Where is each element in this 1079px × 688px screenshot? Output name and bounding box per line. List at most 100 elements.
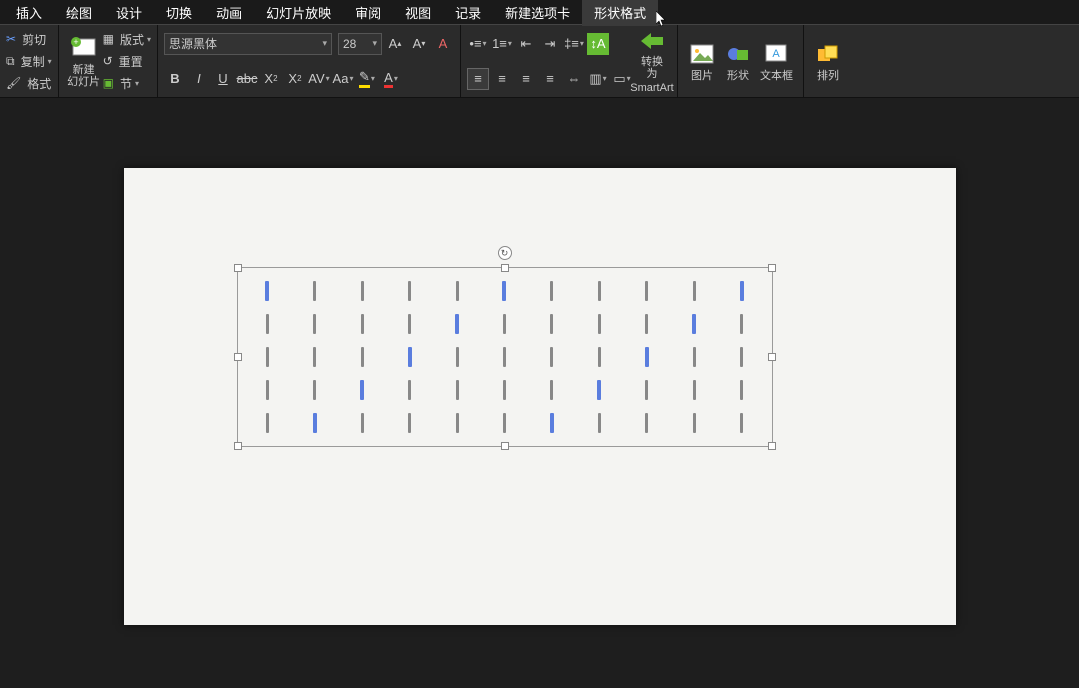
layout-button[interactable]: ▦版式▾ — [103, 28, 151, 50]
align-right-button[interactable]: ≡ — [515, 68, 537, 90]
resize-handle-tr[interactable] — [768, 264, 776, 272]
numbering-button[interactable]: 1≡▾ — [491, 33, 513, 55]
subscript-button[interactable]: X2 — [284, 68, 306, 90]
tick-mark — [313, 281, 316, 301]
reset-label: 重置 — [119, 53, 143, 70]
menu-newtab[interactable]: 新建选项卡 — [493, 0, 582, 26]
distribute-button[interactable]: ⇔ — [563, 68, 585, 90]
font-color-button[interactable]: A▾ — [380, 68, 402, 90]
tick-mark — [693, 413, 696, 433]
picture-icon — [688, 40, 716, 68]
resize-handle-r[interactable] — [768, 353, 776, 361]
clear-format-button[interactable]: A — [432, 33, 454, 55]
tick-mark — [550, 347, 553, 367]
resize-handle-tl[interactable] — [234, 264, 242, 272]
smartart-icon — [638, 28, 666, 54]
strike-button[interactable]: abc — [236, 68, 258, 90]
selected-textbox[interactable]: ↻ — [237, 267, 773, 447]
format-painter-button[interactable]: 🖌 格式 — [6, 72, 52, 94]
picture-button[interactable]: 图片 — [684, 28, 720, 94]
columns-button[interactable]: ▥▾ — [587, 68, 609, 90]
tick-mark — [408, 281, 411, 301]
tick-mark — [598, 347, 601, 367]
chevron-down-icon: ▾ — [580, 39, 584, 48]
line-spacing-button[interactable]: ‡≡▾ — [563, 33, 585, 55]
slide-canvas[interactable]: ↻ — [124, 168, 956, 625]
copy-button[interactable]: ⧉复制▾ — [6, 50, 52, 72]
ribbon: ✂剪切 ⧉复制▾ 🖌 格式 + 新建 幻灯片 ▦版式▾ ↺ 重置 ▣节▾ 思源黑体▾… — [0, 24, 1079, 98]
font-name-select[interactable]: 思源黑体▾ — [164, 33, 332, 55]
brush-icon: 🖌 — [6, 76, 21, 90]
section-icon: ▣ — [103, 76, 114, 90]
tick-mark — [503, 347, 506, 367]
menu-record[interactable]: 记录 — [443, 0, 493, 26]
tick-mark — [266, 347, 269, 367]
tick-mark — [550, 413, 554, 433]
cut-button[interactable]: ✂剪切 — [6, 28, 52, 50]
tick-mark — [456, 281, 459, 301]
tick-mark — [645, 314, 648, 334]
chevron-down-icon: ▾ — [483, 39, 487, 48]
reset-icon: ↺ — [103, 54, 113, 68]
increase-indent-button[interactable]: ⇥ — [539, 33, 561, 55]
shapes-button[interactable]: 形状 — [720, 28, 756, 94]
menu-slideshow[interactable]: 幻灯片放映 — [254, 0, 343, 26]
tick-mark — [313, 314, 316, 334]
decrease-indent-button[interactable]: ⇤ — [515, 33, 537, 55]
menu-animation[interactable]: 动画 — [204, 0, 254, 26]
tick-mark — [456, 413, 459, 433]
align-justify-button[interactable]: ≡ — [539, 68, 561, 90]
bold-button[interactable]: B — [164, 68, 186, 90]
font-size-select[interactable]: 28▾ — [338, 33, 382, 55]
align-left-button[interactable]: ≡ — [467, 68, 489, 90]
resize-handle-b[interactable] — [501, 442, 509, 450]
section-button[interactable]: ▣节▾ — [103, 72, 151, 94]
tick-mark — [266, 380, 269, 400]
format-label: 格式 — [27, 75, 51, 92]
bullets-button[interactable]: •≡▾ — [467, 33, 489, 55]
underline-button[interactable]: U — [212, 68, 234, 90]
highlight-button[interactable]: ✎▾ — [356, 68, 378, 90]
layout-label: 版式 — [120, 31, 144, 48]
tick-mark — [265, 281, 269, 301]
chevron-down-icon: ▾ — [322, 38, 327, 49]
menu-draw[interactable]: 绘图 — [54, 0, 104, 26]
italic-button[interactable]: I — [188, 68, 210, 90]
tick-mark — [503, 380, 506, 400]
group-insert: 图片 形状 A 文本框 — [678, 25, 804, 97]
rotation-handle[interactable]: ↻ — [498, 246, 512, 260]
chevron-down-icon: ▾ — [135, 79, 139, 88]
menu-review[interactable]: 审阅 — [343, 0, 393, 26]
textbox-button[interactable]: A 文本框 — [756, 28, 797, 94]
increase-font-button[interactable]: A▴ — [384, 33, 406, 55]
menu-view[interactable]: 视图 — [393, 0, 443, 26]
menu-design[interactable]: 设计 — [104, 0, 154, 26]
chevron-down-icon: ▾ — [147, 35, 151, 44]
reset-button[interactable]: ↺ 重置 — [103, 50, 151, 72]
char-spacing-button[interactable]: AV▾ — [308, 68, 330, 90]
new-slide-label: 新建 幻灯片 — [67, 64, 100, 88]
menu-shapeformat[interactable]: 形状格式 — [582, 0, 658, 26]
align-center-button[interactable]: ≡ — [491, 68, 513, 90]
new-slide-button[interactable]: + 新建 幻灯片 — [65, 28, 103, 94]
tick-mark — [408, 347, 412, 367]
chevron-down-icon: ▾ — [508, 39, 512, 48]
resize-handle-bl[interactable] — [234, 442, 242, 450]
decrease-font-button[interactable]: A▾ — [408, 33, 430, 55]
convert-smartart-button[interactable]: 转换为 SmartArt — [633, 28, 671, 94]
tick-mark — [360, 380, 364, 400]
text-direction-button[interactable]: ↕A — [587, 33, 609, 55]
shapes-label: 形状 — [727, 70, 749, 82]
change-case-button[interactable]: Aa▾ — [332, 68, 354, 90]
resize-handle-br[interactable] — [768, 442, 776, 450]
tick-mark — [361, 281, 364, 301]
superscript-button[interactable]: X2 — [260, 68, 282, 90]
resize-handle-t[interactable] — [501, 264, 509, 272]
tick-mark — [503, 413, 506, 433]
resize-handle-l[interactable] — [234, 353, 242, 361]
copy-label: 复制 — [21, 53, 45, 70]
menu-transition[interactable]: 切换 — [154, 0, 204, 26]
menu-insert[interactable]: 插入 — [4, 0, 54, 26]
tick-mark — [456, 347, 459, 367]
arrange-button[interactable]: 排列 — [810, 28, 846, 94]
